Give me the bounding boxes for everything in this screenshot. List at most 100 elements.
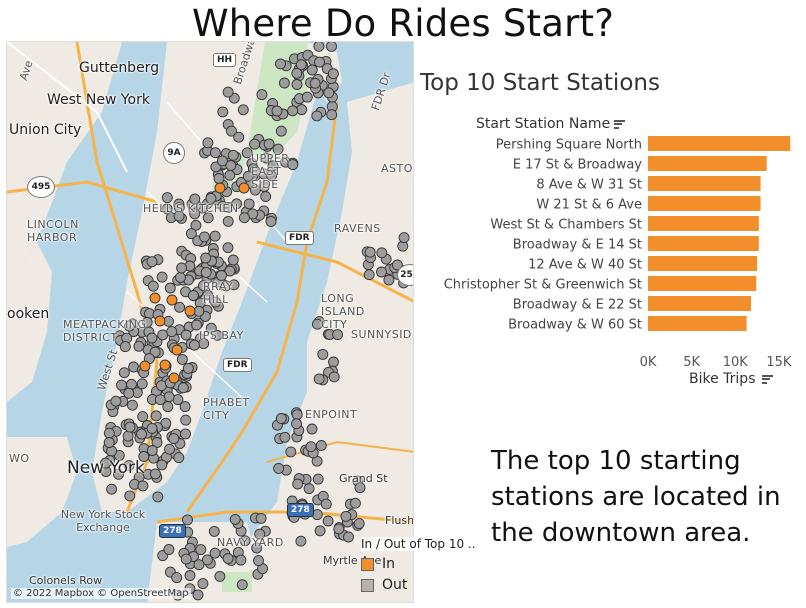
station-point-out[interactable]: [349, 497, 361, 509]
station-point-out[interactable]: [209, 230, 221, 242]
station-point-out[interactable]: [184, 570, 196, 581]
station-point-in[interactable]: [168, 372, 180, 384]
station-point-out[interactable]: [124, 421, 136, 433]
column-header-station-name[interactable]: Start Station Name: [476, 116, 626, 132]
station-point-out[interactable]: [177, 382, 189, 394]
station-point-out[interactable]: [243, 198, 255, 210]
station-point-out[interactable]: [156, 271, 168, 283]
station-point-out[interactable]: [291, 409, 303, 421]
station-point-out[interactable]: [180, 329, 192, 341]
station-point-out[interactable]: [306, 423, 318, 435]
station-point-out[interactable]: [124, 490, 136, 502]
station-map[interactable]: Guttenberg West New York Union City HELL…: [6, 41, 414, 603]
station-point-out[interactable]: [166, 326, 178, 338]
station-point-out[interactable]: [275, 125, 287, 137]
station-point-out[interactable]: [164, 282, 176, 294]
station-point-out[interactable]: [179, 401, 191, 413]
station-point-out[interactable]: [328, 371, 340, 383]
bar[interactable]: [648, 136, 791, 151]
station-point-out[interactable]: [285, 446, 297, 458]
station-point-out[interactable]: [123, 387, 135, 399]
station-point-out[interactable]: [209, 147, 221, 159]
station-point-out[interactable]: [291, 79, 303, 90]
bar[interactable]: [648, 276, 757, 291]
station-point-out[interactable]: [303, 483, 315, 495]
station-point-out[interactable]: [180, 428, 191, 440]
station-point-out[interactable]: [227, 149, 239, 161]
station-point-out[interactable]: [171, 572, 183, 584]
station-point-in[interactable]: [238, 182, 250, 194]
bar-chart-canvas[interactable]: Pershing Square North E 17 St & Broadway 8…: [420, 132, 806, 372]
station-point-out[interactable]: [291, 67, 303, 79]
station-point-out[interactable]: [253, 555, 264, 567]
station-point-out[interactable]: [301, 91, 313, 103]
station-point-out[interactable]: [136, 378, 148, 390]
station-point-out[interactable]: [309, 77, 321, 89]
station-point-out[interactable]: [376, 266, 387, 278]
station-point-out[interactable]: [235, 554, 247, 566]
station-point-out[interactable]: [126, 399, 138, 411]
station-point-out[interactable]: [188, 339, 200, 351]
station-point-out[interactable]: [279, 431, 291, 443]
station-point-out[interactable]: [313, 373, 325, 385]
station-point-out[interactable]: [208, 525, 220, 537]
station-point-out[interactable]: [118, 367, 130, 379]
station-point-out[interactable]: [217, 106, 229, 118]
station-point-out[interactable]: [398, 232, 410, 244]
station-point-out[interactable]: [260, 191, 272, 202]
bar[interactable]: [648, 176, 761, 191]
station-point-out[interactable]: [323, 87, 335, 99]
map-legend[interactable]: In / Out of Top 10 .. In Out: [361, 537, 501, 593]
station-point-out[interactable]: [146, 422, 158, 434]
station-point-out[interactable]: [271, 105, 283, 117]
station-point-out[interactable]: [353, 518, 365, 530]
station-point-out[interactable]: [110, 395, 122, 407]
station-point-out[interactable]: [305, 441, 317, 453]
station-point-out[interactable]: [193, 559, 205, 571]
station-point-out[interactable]: [216, 270, 227, 281]
station-point-out[interactable]: [292, 478, 304, 490]
station-point-out[interactable]: [209, 547, 221, 559]
station-point-out[interactable]: [214, 570, 226, 582]
station-point-out[interactable]: [180, 414, 192, 426]
station-point-out[interactable]: [332, 329, 344, 341]
legend-item-out[interactable]: Out: [361, 577, 501, 593]
station-point-out[interactable]: [265, 216, 277, 227]
station-point-out[interactable]: [116, 379, 127, 391]
station-point-out[interactable]: [343, 531, 354, 543]
station-point-in[interactable]: [214, 182, 226, 194]
sort-icon-x[interactable]: [761, 374, 773, 384]
station-point-out[interactable]: [182, 362, 194, 374]
station-point-out[interactable]: [328, 356, 339, 368]
station-point-in[interactable]: [184, 305, 196, 317]
station-point-out[interactable]: [173, 452, 185, 464]
station-point-out[interactable]: [146, 256, 158, 268]
station-point-out[interactable]: [229, 513, 241, 525]
station-point-out[interactable]: [312, 473, 324, 485]
station-point-out[interactable]: [162, 401, 174, 413]
station-point-out[interactable]: [249, 138, 261, 150]
station-point-out[interactable]: [263, 138, 275, 150]
station-point-out[interactable]: [222, 242, 234, 254]
station-point-out[interactable]: [176, 262, 188, 274]
station-point-out[interactable]: [315, 440, 327, 451]
station-point-out[interactable]: [175, 271, 186, 283]
station-point-out[interactable]: [168, 433, 180, 445]
station-point-out[interactable]: [275, 413, 287, 424]
sort-icon[interactable]: [614, 119, 626, 129]
bar[interactable]: [648, 256, 758, 271]
station-point-out[interactable]: [291, 418, 302, 430]
station-point-out[interactable]: [213, 173, 225, 184]
station-point-out[interactable]: [222, 86, 234, 98]
station-point-out[interactable]: [224, 169, 236, 181]
station-point-out[interactable]: [187, 290, 199, 301]
station-point-out[interactable]: [383, 274, 395, 286]
station-point-out[interactable]: [149, 468, 161, 480]
bar-chart[interactable]: Pershing Square North E 17 St & Broadway 8…: [420, 132, 806, 412]
station-point-out[interactable]: [326, 42, 337, 52]
station-point-out[interactable]: [126, 378, 137, 390]
station-point-out[interactable]: [156, 459, 168, 471]
station-point-out[interactable]: [364, 246, 376, 258]
bar[interactable]: [648, 216, 759, 231]
station-point-out[interactable]: [200, 266, 212, 278]
